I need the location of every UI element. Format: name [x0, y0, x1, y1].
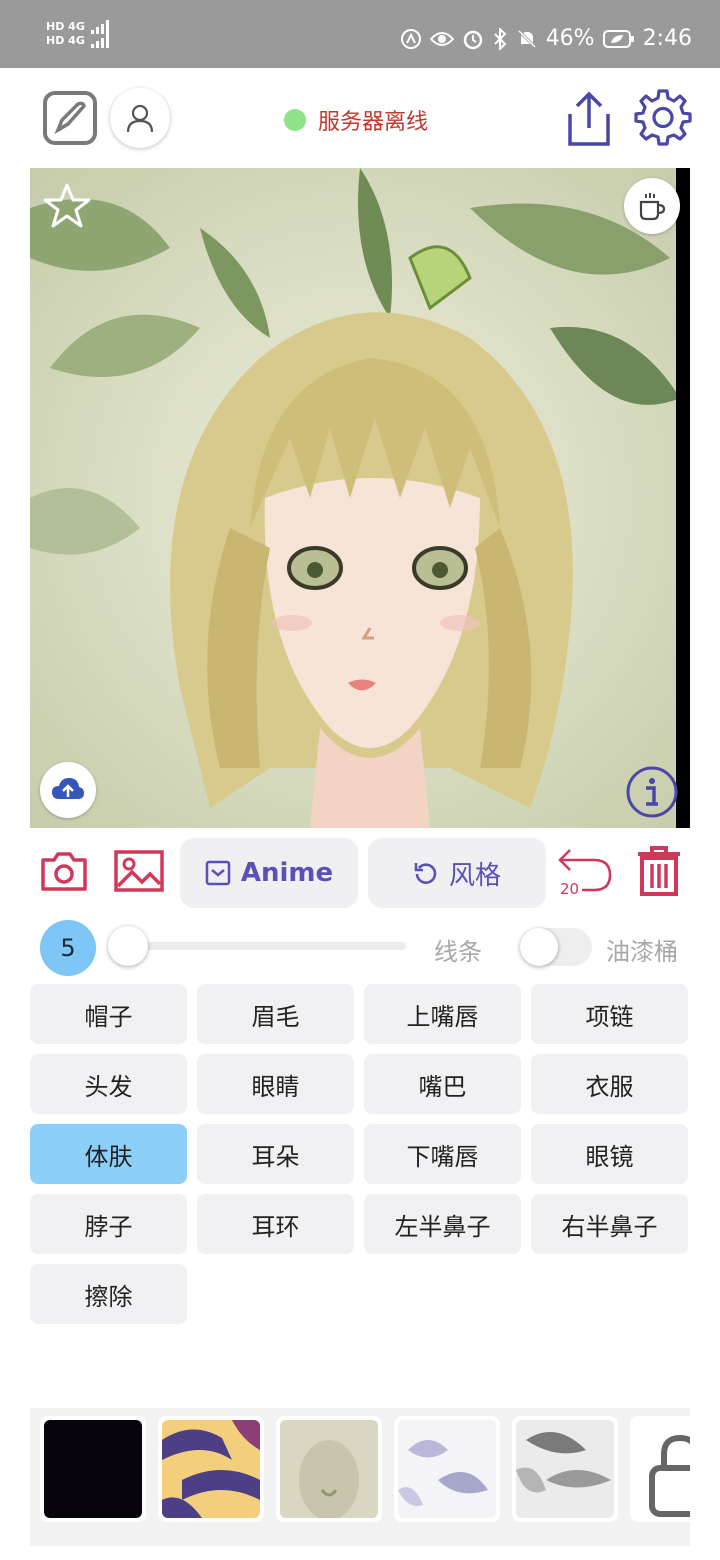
segment-tag-button[interactable]: 衣服: [531, 1054, 688, 1114]
segment-tag-button[interactable]: 左半鼻子: [364, 1194, 521, 1254]
paint-bucket-label: 油漆桶: [606, 938, 678, 966]
network-bottom-label: HD 4G: [46, 34, 85, 47]
toggle-knob: [520, 928, 558, 966]
star-icon: [43, 183, 91, 228]
brush-controls: 5 线条 油漆桶: [0, 918, 720, 978]
segment-tag-grid: 帽子 眉毛 上嘴唇 项链头发 眼睛 嘴巴 衣服体肤 耳朵 下嘴唇 眼镜脖子 耳环 左半鼻子 右半鼻子擦除: [30, 984, 690, 1324]
segment-tag-button[interactable]: 耳环: [197, 1194, 354, 1254]
segment-tag-button[interactable]: 头发: [30, 1054, 187, 1114]
share-icon: [568, 91, 610, 146]
segment-tag-button[interactable]: 右半鼻子: [531, 1194, 688, 1254]
network-top-label: HD 4G: [46, 20, 85, 33]
undo-button[interactable]: 20: [556, 846, 616, 906]
settings-button[interactable]: [634, 88, 692, 150]
model-label: Anime: [240, 858, 334, 888]
thumbnail-grey-sketch[interactable]: [512, 1416, 618, 1522]
info-icon: [626, 766, 678, 818]
thumbnail-beige-portrait[interactable]: [276, 1416, 382, 1522]
segment-tag-button[interactable]: 眼镜: [531, 1124, 688, 1184]
lock-icon: [649, 1434, 690, 1517]
gear-icon: [634, 89, 692, 146]
server-status-label: 服务器离线: [318, 110, 429, 135]
camera-icon: [41, 852, 87, 891]
mute-bell-icon: [517, 29, 536, 48]
bluetooth-icon: [493, 27, 507, 50]
info-button[interactable]: [626, 766, 678, 822]
segment-tag-button[interactable]: 帽子: [30, 984, 187, 1044]
segment-tag-button[interactable]: 脖子: [30, 1194, 187, 1254]
alarm-icon: [463, 30, 482, 49]
thumbnail-black[interactable]: [40, 1416, 146, 1522]
status-bar: HD 4G HD 4G 46% 2:46: [0, 0, 720, 68]
cloud-upload-icon: [52, 778, 84, 799]
account-button[interactable]: [110, 88, 170, 148]
canvas-edge: [676, 168, 690, 828]
gallery-button[interactable]: [114, 850, 164, 896]
segment-tag-button[interactable]: 擦除: [30, 1264, 187, 1324]
rotate-icon: [414, 863, 437, 884]
segment-tag-button[interactable]: 项链: [531, 984, 688, 1044]
style-thumbnail-strip[interactable]: [30, 1408, 690, 1546]
delete-button[interactable]: [636, 844, 682, 902]
line-mode-label: 线条: [434, 938, 482, 966]
undo-count: 20: [560, 880, 580, 898]
coffee-button[interactable]: [624, 178, 680, 234]
signal-icon: [90, 34, 109, 48]
segment-tag-button[interactable]: 嘴巴: [364, 1054, 521, 1114]
clock: 2:46: [642, 26, 692, 51]
segment-tag-button[interactable]: 耳朵: [197, 1124, 354, 1184]
style-label: 风格: [448, 860, 501, 891]
thumbnail-locked[interactable]: [630, 1416, 690, 1522]
coffee-icon: [639, 193, 666, 221]
segment-tag-button[interactable]: 上嘴唇: [364, 984, 521, 1044]
action-bar: Anime 风格 20: [0, 838, 720, 910]
drawing-canvas[interactable]: [30, 168, 690, 828]
segment-tag-button[interactable]: 体肤: [30, 1124, 187, 1184]
thumbnail-tiger-stripes[interactable]: [158, 1416, 264, 1522]
segment-tag-button[interactable]: 眉毛: [197, 984, 354, 1044]
brush-size-track[interactable]: [128, 942, 406, 950]
share-button[interactable]: [564, 90, 614, 152]
favorite-button[interactable]: [42, 182, 92, 234]
signal-icon: [90, 20, 109, 34]
nfc-icon: [400, 28, 421, 49]
trash-icon: [638, 846, 680, 896]
battery-percent: 46%: [545, 26, 595, 51]
thumbnail-white-leaves[interactable]: [394, 1416, 500, 1522]
camera-button[interactable]: [40, 850, 88, 896]
edit-icon: [43, 91, 97, 145]
segment-tag-button[interactable]: 下嘴唇: [364, 1124, 521, 1184]
user-icon: [126, 104, 154, 133]
image-icon: [114, 850, 164, 892]
edit-button[interactable]: [42, 90, 98, 150]
segment-tag-button[interactable]: 眼睛: [197, 1054, 354, 1114]
style-button[interactable]: 风格: [368, 838, 546, 908]
battery-icon: [602, 29, 634, 48]
top-toolbar: 服务器离线: [0, 68, 720, 168]
dropdown-box-icon: [205, 860, 231, 886]
brush-size-slider-thumb[interactable]: [108, 926, 148, 966]
upload-button[interactable]: [40, 762, 96, 818]
paint-bucket-toggle[interactable]: [520, 928, 592, 966]
brush-size-badge: 5: [40, 920, 96, 976]
server-status: 服务器离线: [284, 104, 428, 136]
status-dot: [284, 109, 306, 131]
eye-icon: [429, 31, 454, 46]
anime-portrait: [30, 168, 690, 828]
model-select-button[interactable]: Anime: [180, 838, 358, 908]
network-indicators: HD 4G HD 4G: [46, 20, 111, 48]
